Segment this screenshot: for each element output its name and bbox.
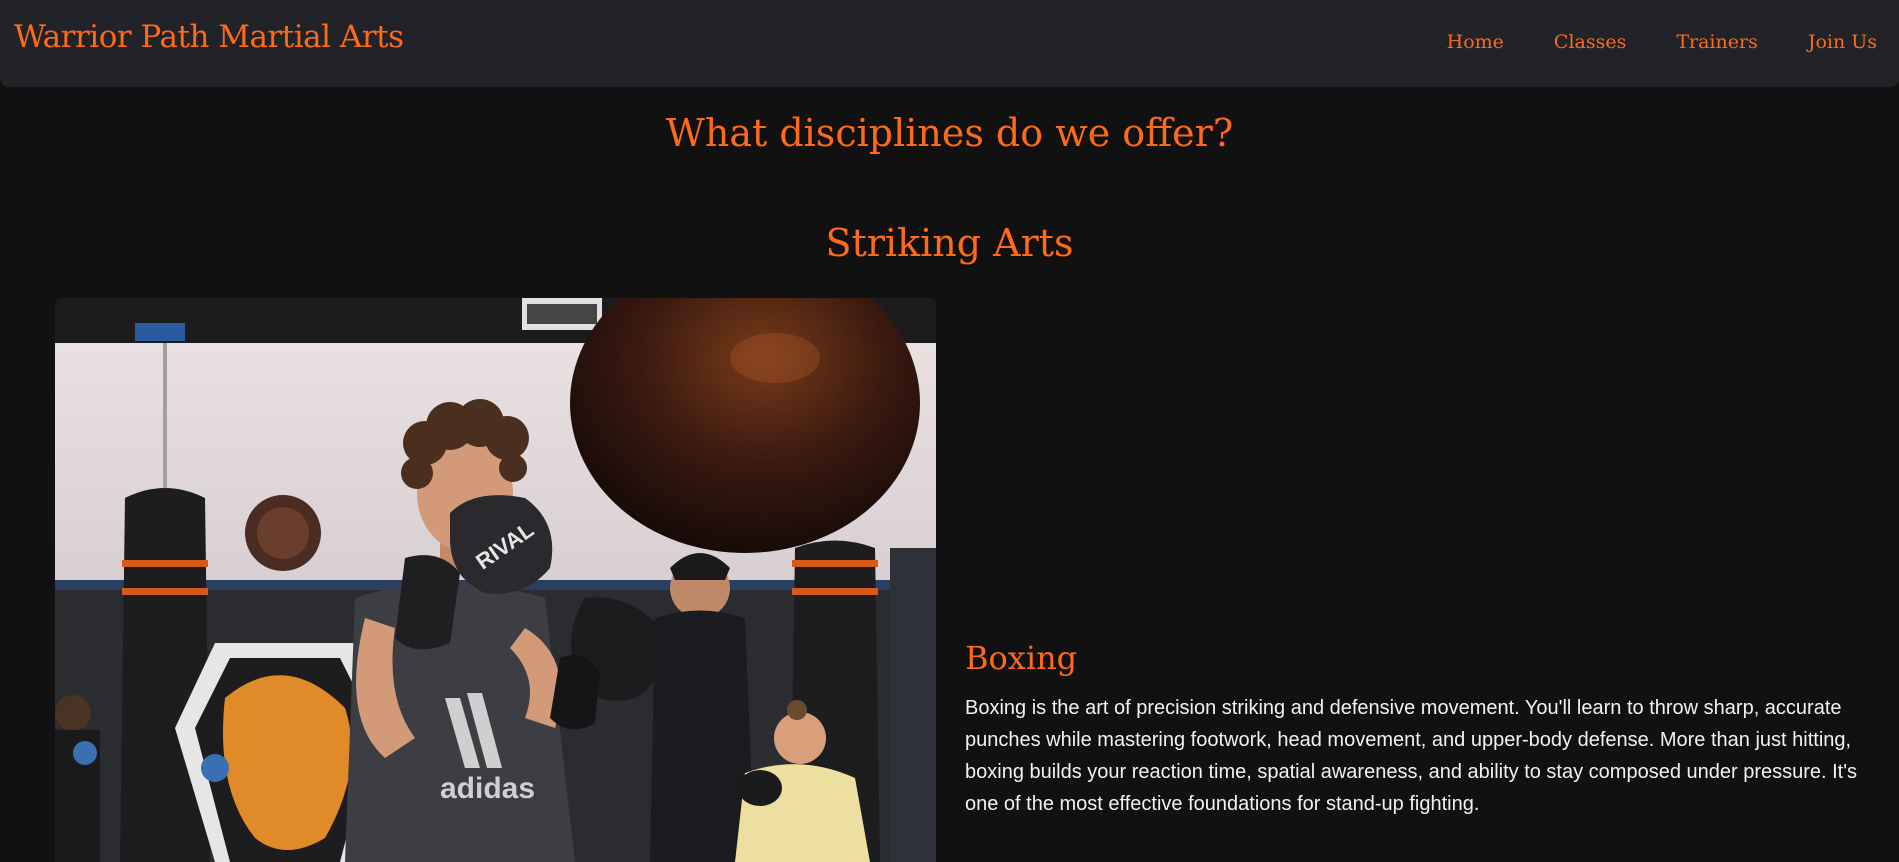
shirt-logo-text: adidas: [440, 772, 535, 805]
nav-links: Home Classes Trainers Join Us: [1397, 31, 1877, 53]
navbar: Warrior Path Martial Arts Home Classes T…: [0, 0, 1899, 87]
category-title: Striking Arts: [825, 221, 1074, 265]
nav-link-join-us[interactable]: Join Us: [1808, 31, 1877, 53]
nav-link-trainers[interactable]: Trainers: [1676, 31, 1757, 53]
discipline-description: Boxing is the art of precision striking …: [965, 697, 1858, 815]
nav-link-classes[interactable]: Classes: [1554, 31, 1626, 53]
brand-logo-text[interactable]: Warrior Path Martial Arts: [14, 19, 404, 55]
page-title: What disciplines do we offer?: [665, 111, 1234, 155]
discipline-heading: Boxing: [965, 639, 1078, 677]
nav-link-home[interactable]: Home: [1447, 31, 1504, 53]
boxing-photo: adidas RIVAL: [55, 298, 936, 862]
